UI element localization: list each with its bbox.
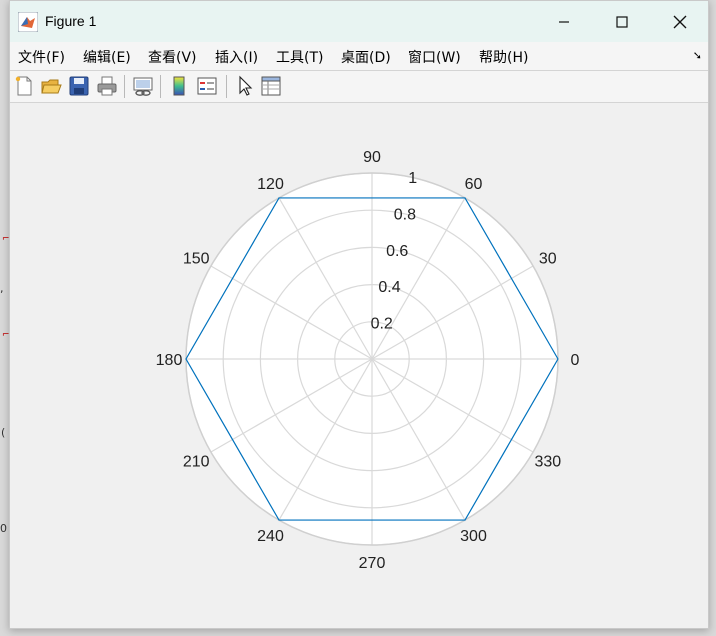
menu-bar: 文件(F) 编辑(E) 查看(V) 插入(I) 工具(T) 桌面(D) 窗口(W… [10,42,708,71]
angular-tick-label: 90 [363,149,381,166]
minimize-icon [559,20,569,23]
menu-help[interactable]: 帮助(H) [479,47,528,67]
colorbar-icon[interactable] [168,75,190,97]
toolbar-separator [226,75,227,98]
legend-icon[interactable] [196,75,218,97]
edit-plot-icon[interactable] [234,75,256,97]
save-icon[interactable] [68,75,90,97]
maximize-button[interactable] [594,1,650,42]
dock-arrow-icon[interactable]: ➘ [693,49,702,62]
polar-plot[interactable]: 0 30 60 90 120 150 180 210 240 270 300 330 0.2 0.4 0.6… [10,103,708,628]
figure-window: Figure 1 文件(F) 编辑(E) 查看(V) 插入(I) 工具(T) 桌… [9,0,709,629]
radial-tick-label: 1 [408,170,417,187]
angular-tick-label: 30 [539,251,557,268]
maximize-icon [616,15,628,28]
angular-tick-label: 180 [156,352,183,369]
open-file-icon[interactable] [40,75,62,97]
menu-edit[interactable]: 编辑(E) [83,47,131,67]
angular-tick-label: 240 [257,528,284,545]
matlab-logo-icon [18,12,38,32]
angular-tick-label: 0 [571,352,580,369]
menu-tools[interactable]: 工具(T) [276,47,323,67]
print-icon[interactable] [96,75,118,97]
toolbar-separator [124,75,125,98]
angular-tick-label: 210 [183,454,210,471]
radial-tick-label: 0.8 [394,207,416,224]
plot-area: 0 30 60 90 120 150 180 210 240 270 300 330 0.2 0.4 0.6… [10,103,708,628]
background-fragment: 0 [0,522,7,535]
toolbar [10,71,708,103]
property-inspector-icon[interactable] [260,75,282,97]
angular-tick-label: 60 [465,176,483,193]
menu-insert[interactable]: 插入(I) [215,47,258,67]
close-icon [673,15,687,28]
angular-tick-label: 330 [534,454,561,471]
window-title: Figure 1 [45,13,97,29]
radial-tick-label: 0.4 [378,279,400,296]
angular-tick-label: 120 [257,176,284,193]
title-bar[interactable]: Figure 1 [10,1,708,42]
toolbar-separator [160,75,161,98]
new-figure-icon[interactable] [13,75,35,97]
minimize-button[interactable] [536,1,592,42]
background-fragment: , [0,282,4,295]
angular-tick-label: 300 [460,528,487,545]
menu-file[interactable]: 文件(F) [18,47,65,67]
menu-desktop[interactable]: 桌面(D) [341,47,391,67]
radial-tick-label: 0.2 [371,316,393,333]
menu-view[interactable]: 查看(V) [148,47,197,67]
menu-window[interactable]: 窗口(W) [408,47,461,67]
close-button[interactable] [652,1,708,42]
radial-tick-label: 0.6 [386,243,408,260]
angular-tick-label: 270 [359,555,386,572]
angular-tick-label: 150 [183,251,210,268]
background-fragment: ( [1,426,6,439]
link-plot-icon[interactable] [132,75,154,97]
